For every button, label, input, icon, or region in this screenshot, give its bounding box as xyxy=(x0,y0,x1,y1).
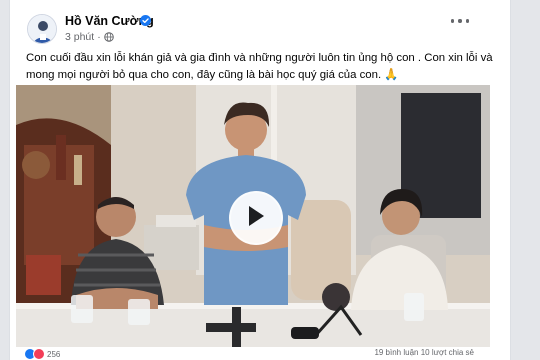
video-player[interactable] xyxy=(16,85,490,347)
play-icon xyxy=(249,206,264,226)
play-button[interactable] xyxy=(229,191,283,245)
verified-badge-icon xyxy=(140,15,151,26)
more-dot xyxy=(465,19,469,23)
facebook-post: Hồ Văn Cường 3 phút · Con cuối đầu xin l… xyxy=(9,0,511,360)
post-caption: Con cuối đầu xin lỗi khán giả và gia đìn… xyxy=(26,52,493,81)
more-dot xyxy=(451,19,455,23)
more-dot xyxy=(458,19,462,23)
post-footer: 256 19 bình luận 10 lượt chia sẻ xyxy=(10,347,510,360)
author-avatar[interactable] xyxy=(27,14,57,44)
meta-separator: · xyxy=(97,31,101,43)
engagement-stats[interactable]: 19 bình luận 10 lượt chia sẻ xyxy=(374,348,474,357)
post-meta: 3 phút · xyxy=(65,31,114,43)
love-reaction-icon xyxy=(33,348,45,360)
globe-icon xyxy=(103,32,114,42)
post-timestamp[interactable]: 3 phút xyxy=(65,31,94,43)
reaction-count: 256 xyxy=(47,349,61,359)
more-options-icon[interactable] xyxy=(451,16,469,26)
reactions-summary[interactable]: 256 xyxy=(24,348,60,360)
